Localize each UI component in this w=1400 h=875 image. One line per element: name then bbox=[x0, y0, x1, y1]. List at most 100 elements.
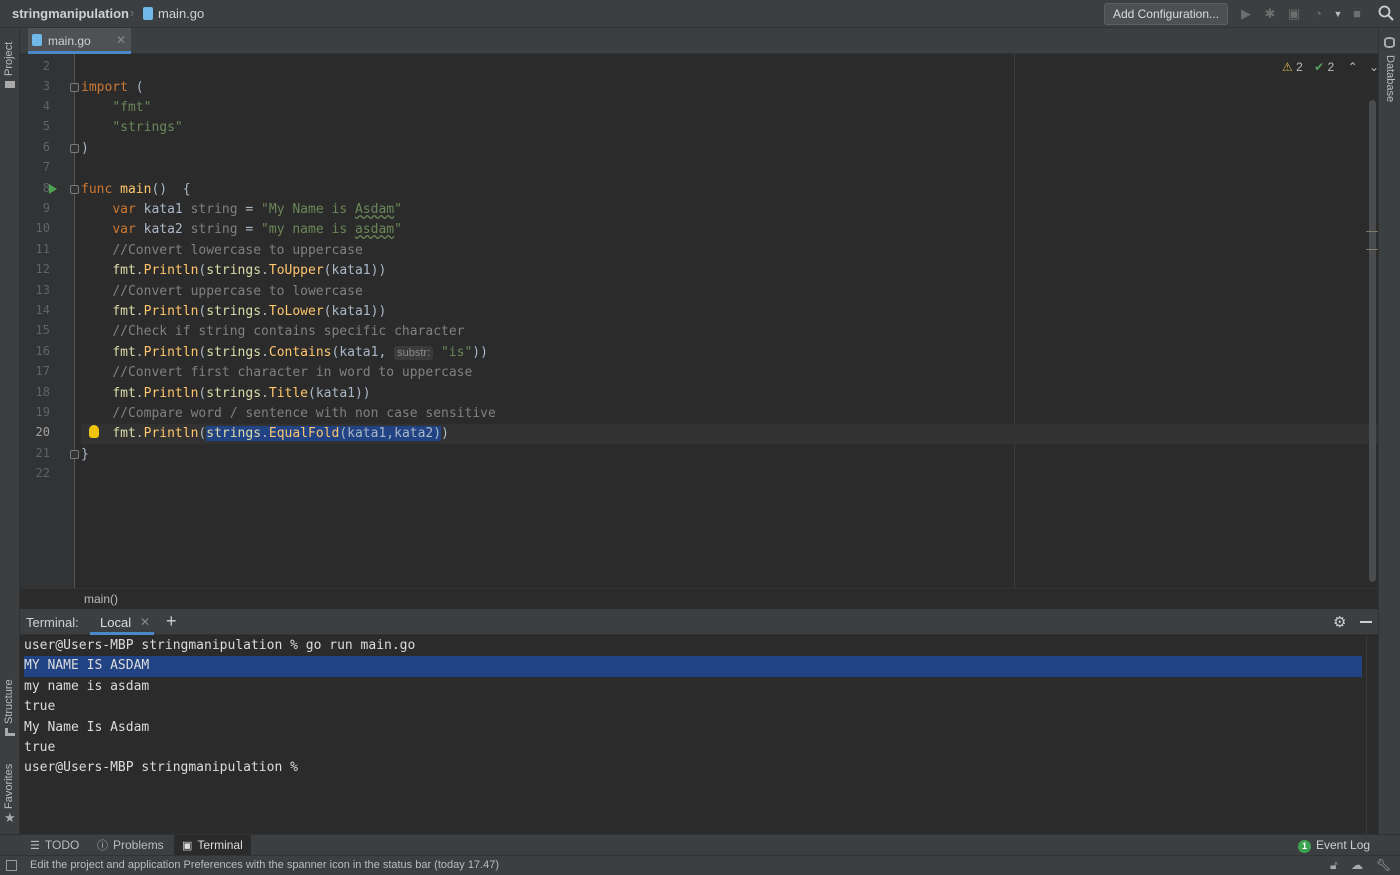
code-line: var kata2 string = "my name is asdam" bbox=[112, 222, 402, 237]
line-number: 18 bbox=[35, 385, 50, 399]
warning-stripe-mark[interactable] bbox=[1366, 231, 1378, 232]
code-breadcrumb: main() bbox=[20, 588, 1378, 608]
list-icon: ☰ bbox=[30, 840, 40, 852]
terminal-line: My Name Is Asdam bbox=[24, 720, 150, 735]
breadcrumb-separator-icon: › bbox=[130, 5, 135, 20]
terminal-scrollbar[interactable] bbox=[1366, 636, 1367, 834]
line-number: 20 bbox=[35, 425, 50, 439]
close-icon[interactable]: ✕ bbox=[116, 33, 126, 47]
database-tool-button[interactable]: Database bbox=[1384, 55, 1396, 102]
structure-tool-button[interactable]: Structure bbox=[3, 679, 15, 724]
tool-windows-toggle-icon[interactable] bbox=[6, 860, 17, 871]
vertical-scrollbar[interactable] bbox=[1369, 100, 1376, 582]
navigation-bar: stringmanipulation › main.go Add Configu… bbox=[0, 0, 1400, 28]
terminal-line: MY NAME IS ASDAM bbox=[24, 658, 150, 673]
left-tool-strip: Project Structure Favorites ★ bbox=[0, 28, 20, 855]
run-gutter-icon[interactable] bbox=[49, 184, 57, 194]
code-line: "strings" bbox=[112, 120, 183, 135]
code-line: //Convert first character in word to upp… bbox=[112, 365, 473, 380]
dropdown-icon[interactable]: ▼ bbox=[1329, 5, 1347, 23]
gear-icon[interactable]: ⚙ bbox=[1333, 613, 1346, 631]
warning-icon: ⚠ bbox=[1282, 60, 1293, 74]
line-number: 17 bbox=[35, 364, 50, 378]
terminal-label: Terminal bbox=[197, 838, 243, 852]
terminal-line[interactable]: user@Users-MBP stringmanipulation % bbox=[24, 758, 298, 778]
line-number: 11 bbox=[35, 242, 50, 256]
terminal-panel: Terminal: Local ✕ + ⚙ user@Users-MBP str… bbox=[20, 609, 1378, 834]
profile-icon[interactable]: ◔ bbox=[1309, 5, 1327, 23]
fold-icon[interactable] bbox=[70, 83, 79, 92]
terminal-tab-label: Local bbox=[100, 615, 132, 630]
tab-main-go[interactable]: main.go ✕ bbox=[28, 28, 131, 54]
code-line: fmt.Println(strings.Contains(kata1, subs… bbox=[112, 345, 488, 360]
go-file-icon bbox=[32, 34, 42, 46]
terminal-selection bbox=[24, 656, 1362, 677]
fold-icon[interactable] bbox=[70, 144, 79, 153]
tool-window-bar: ☰ TODO ⓘ Problems ▣ Terminal 1 Event Log bbox=[0, 834, 1400, 856]
favorites-tool-button[interactable]: Favorites bbox=[3, 764, 15, 809]
event-log-button[interactable]: 1 Event Log bbox=[1298, 835, 1370, 856]
line-number: 19 bbox=[35, 405, 50, 419]
next-highlight-icon[interactable]: ⌄ bbox=[1369, 60, 1379, 74]
line-number: 13 bbox=[35, 283, 50, 297]
code-line: fmt.Println(strings.ToUpper(kata1)) bbox=[112, 263, 387, 278]
fold-icon[interactable] bbox=[70, 450, 79, 459]
close-icon[interactable]: ✕ bbox=[140, 615, 150, 629]
project-tool-button[interactable]: Project bbox=[3, 42, 15, 76]
check-count: 2 bbox=[1327, 60, 1335, 74]
problems-tool-button[interactable]: ⓘ Problems bbox=[89, 835, 172, 856]
breadcrumb-project[interactable]: stringmanipulation bbox=[12, 6, 129, 21]
code-line: //Compare word / sentence with non case … bbox=[112, 406, 496, 421]
add-configuration-button[interactable]: Add Configuration... bbox=[1104, 3, 1228, 25]
terminal-tab-local[interactable]: Local ✕ bbox=[90, 609, 154, 635]
tab-label: main.go bbox=[48, 34, 91, 48]
cloud-icon[interactable]: ☁ bbox=[1351, 858, 1363, 872]
terminal-tool-button[interactable]: ▣ Terminal bbox=[174, 835, 251, 856]
line-number-gutter bbox=[20, 54, 75, 588]
right-tool-strip: Database bbox=[1378, 28, 1400, 855]
star-icon: ★ bbox=[4, 810, 16, 825]
line-number: 7 bbox=[42, 160, 50, 174]
run-icon[interactable]: ▶ bbox=[1237, 5, 1255, 23]
inspection-widget[interactable]: ⚠ 2 ✔ 2 ⌃ ⌄ bbox=[1282, 60, 1379, 74]
terminal-line: my name is asdam bbox=[24, 679, 150, 694]
line-number: 5 bbox=[42, 119, 50, 133]
status-bar: Edit the project and application Prefere… bbox=[0, 855, 1400, 875]
terminal-icon: ▣ bbox=[182, 840, 193, 852]
terminal-line: true bbox=[24, 740, 56, 755]
line-number: 16 bbox=[35, 344, 50, 358]
previous-highlight-icon[interactable]: ⌃ bbox=[1348, 60, 1358, 74]
code-line: } bbox=[81, 447, 89, 462]
code-line: fmt.Println(strings.ToLower(kata1)) bbox=[112, 304, 387, 319]
event-log-label: Event Log bbox=[1316, 838, 1371, 852]
fold-icon[interactable] bbox=[70, 185, 79, 194]
database-icon bbox=[1384, 37, 1395, 48]
debug-icon[interactable]: ✱ bbox=[1261, 5, 1279, 23]
code-editor[interactable]: import ( "fmt" "strings" ) func main() {… bbox=[20, 54, 1379, 588]
code-line: var kata1 string = "My Name is Asdam" bbox=[112, 202, 402, 217]
stop-icon[interactable]: ■ bbox=[1348, 5, 1366, 23]
line-number: 2 bbox=[42, 59, 50, 73]
todo-tool-button[interactable]: ☰ TODO bbox=[22, 835, 87, 856]
warning-stripe-mark[interactable] bbox=[1366, 249, 1378, 250]
coverage-icon[interactable]: ▣ bbox=[1285, 5, 1303, 23]
lightbulb-icon[interactable] bbox=[89, 425, 99, 438]
breadcrumb-function[interactable]: main() bbox=[84, 592, 118, 606]
problems-label: Problems bbox=[113, 838, 164, 852]
code-line: //Check if string contains specific char… bbox=[112, 324, 465, 339]
terminal-title: Terminal: bbox=[26, 615, 79, 630]
breadcrumb-file[interactable]: main.go bbox=[158, 6, 204, 21]
terminal-header: Terminal: Local ✕ + ⚙ bbox=[20, 609, 1378, 635]
line-number: 4 bbox=[42, 99, 50, 113]
todo-label: TODO bbox=[44, 838, 80, 852]
minimize-icon[interactable] bbox=[1360, 613, 1372, 629]
line-number: 14 bbox=[35, 303, 50, 317]
code-line: func main() { bbox=[81, 182, 191, 197]
lock-icon[interactable]: 🔓︎ bbox=[1330, 858, 1338, 873]
code-line: //Convert lowercase to uppercase bbox=[112, 243, 363, 258]
search-icon[interactable] bbox=[1377, 5, 1395, 23]
spanner-icon[interactable]: 🔧︎ bbox=[1376, 858, 1391, 872]
terminal-line: user@Users-MBP stringmanipulation % go r… bbox=[24, 638, 416, 653]
new-terminal-icon[interactable]: + bbox=[166, 611, 177, 632]
terminal-line: true bbox=[24, 699, 56, 714]
